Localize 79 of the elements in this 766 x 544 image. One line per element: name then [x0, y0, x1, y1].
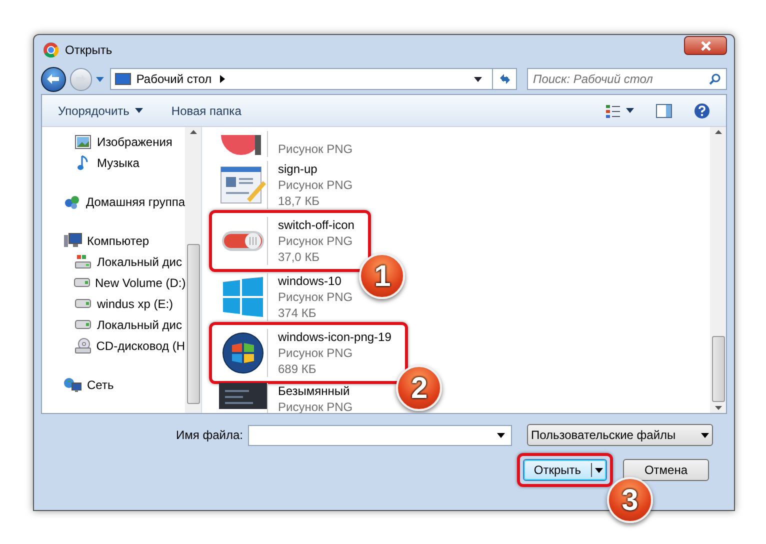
drive-icon: [74, 278, 90, 288]
drive-icon: [75, 320, 91, 330]
sidebar-item[interactable]: Изображения: [42, 131, 185, 152]
sidebar-item[interactable]: Локальный дис: [42, 314, 185, 336]
file-type: Рисунок PNG: [278, 177, 353, 194]
scrollbar-thumb[interactable]: [186, 244, 200, 404]
file-type: Рисунок PNG: [278, 345, 354, 362]
view-list-icon[interactable]: [606, 104, 620, 118]
file-name: windows-icon-png-19: [278, 329, 392, 346]
cd-drive-icon: [74, 338, 91, 354]
caret-icon: [135, 108, 144, 114]
file-type: Рисунок PNG: [278, 289, 353, 306]
app-logo-icon: [43, 42, 59, 58]
music-note-icon: [77, 154, 89, 171]
breadcrumb-arrow-icon[interactable]: [220, 75, 225, 84]
back-arrow-icon: [46, 73, 60, 86]
file-name: windows-10: [278, 273, 342, 290]
file-name: sign-up: [278, 161, 318, 178]
file-list-scrollbar[interactable]: [710, 127, 726, 414]
open-button[interactable]: Открыть: [523, 459, 607, 482]
new-folder-button[interactable]: Новая папка: [171, 102, 242, 120]
file-name: switch-off-icon: [278, 217, 354, 234]
sidebar-item[interactable]: New Volume (D:): [42, 272, 185, 294]
caret-icon: [595, 468, 603, 473]
sidebar-scrollbar[interactable]: [185, 127, 201, 414]
four-pane-window-icon: [222, 277, 262, 318]
sidebar-item[interactable]: Домашняя группа: [42, 191, 185, 212]
preview-pane-icon[interactable]: [656, 104, 672, 118]
flag-orb-icon: [222, 332, 264, 374]
window-title: Открыть: [65, 42, 112, 59]
system-drive-icon: [75, 254, 91, 270]
file-size: 18,7 КБ: [278, 193, 321, 210]
sidebar-item[interactable]: Сеть: [42, 374, 185, 396]
search-icon: [709, 73, 721, 86]
caret-icon[interactable]: [626, 108, 634, 114]
file-size: 689 КБ: [278, 361, 318, 378]
file-size: 374 КБ: [278, 305, 318, 322]
file-name: Безымянный: [278, 383, 351, 400]
close-icon: [700, 40, 710, 51]
drive-icon: [75, 299, 91, 308]
dropdown-caret-icon[interactable]: [474, 76, 482, 82]
callout-badge: 3: [607, 477, 653, 524]
cancel-button[interactable]: Отмена: [623, 459, 709, 482]
close-button[interactable]: [684, 36, 727, 56]
computer-icon: [64, 233, 82, 248]
scroll-down-arrow-icon[interactable]: [714, 406, 722, 410]
filename-label: Имя файла:: [176, 427, 243, 444]
screenshot-thumbnail-icon: [218, 383, 266, 410]
callout-badge: 1: [359, 253, 406, 300]
sidebar-item[interactable]: windus xp (E:): [42, 293, 185, 314]
network-icon: [64, 376, 82, 393]
picture-icon: [75, 134, 91, 149]
scroll-up-arrow-icon[interactable]: [714, 130, 722, 134]
sidebar-item[interactable]: CD-дисковод (H: [42, 335, 185, 356]
address-bar[interactable]: Рабочий стол: [110, 68, 517, 90]
file-type-dropdown[interactable]: Пользовательские файлы: [526, 424, 713, 446]
homegroup-icon: [64, 194, 80, 210]
organize-menu-button[interactable]: Упорядочить: [58, 102, 144, 120]
filename-field[interactable]: [248, 424, 512, 446]
desktop-icon: [115, 73, 132, 86]
sidebar-item[interactable]: Музыка: [42, 152, 185, 174]
address-location[interactable]: Рабочий стол: [136, 70, 212, 88]
file-item[interactable]: Рисунок PNG: [212, 127, 367, 158]
caret-icon: [700, 432, 709, 438]
scrollbar-thumb[interactable]: [712, 336, 724, 402]
file-item[interactable]: switch-off-icon Рисунок PNG 37,0 КБ: [209, 210, 372, 272]
callout-badge: 2: [396, 365, 442, 412]
file-size: 37,0 КБ: [278, 249, 321, 266]
sidebar-item[interactable]: Компьютер: [42, 230, 185, 252]
help-icon[interactable]: [694, 102, 710, 119]
scroll-up-arrow-icon[interactable]: [190, 130, 196, 134]
refresh-arrows-icon: [498, 73, 512, 86]
search-field[interactable]: Поиск: Рабочий стол: [527, 68, 727, 90]
back-button[interactable]: [41, 66, 66, 92]
sidebar-item[interactable]: Локальный дис: [42, 251, 185, 272]
file-type: Рисунок PNG: [278, 233, 354, 250]
file-type: Рисунок PNG: [278, 141, 353, 158]
toggle-switch-icon: [220, 230, 264, 252]
dropdown-caret-icon[interactable]: [496, 432, 505, 438]
